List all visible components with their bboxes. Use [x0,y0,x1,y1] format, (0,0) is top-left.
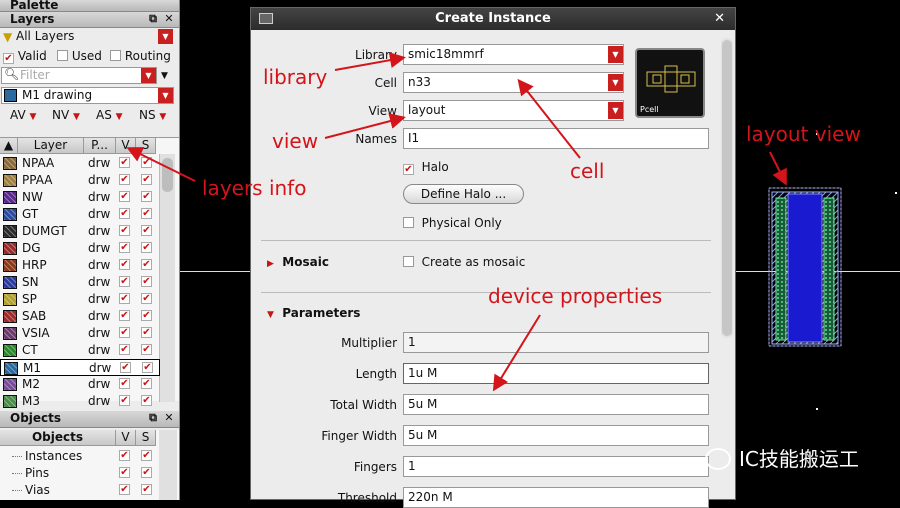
annotation-arrows [126,52,787,392]
layers-info-arrow [126,147,196,182]
device-properties-arrow [492,314,541,392]
view-annotation: view [272,129,319,153]
wechat-icon [705,448,731,470]
library-arrow [334,52,406,71]
library-annotation: library [263,65,328,89]
layout-view-arrow [769,151,787,186]
view-arrow [324,113,406,139]
layout-view-annotation: layout view [746,122,861,146]
cell-annotation: cell [570,159,605,183]
watermark: IC技能搬运工 [705,446,859,472]
cell-arrow [517,78,581,159]
layers-info-annotation: layers info [202,176,307,200]
device-properties-annotation: device properties [488,284,663,308]
